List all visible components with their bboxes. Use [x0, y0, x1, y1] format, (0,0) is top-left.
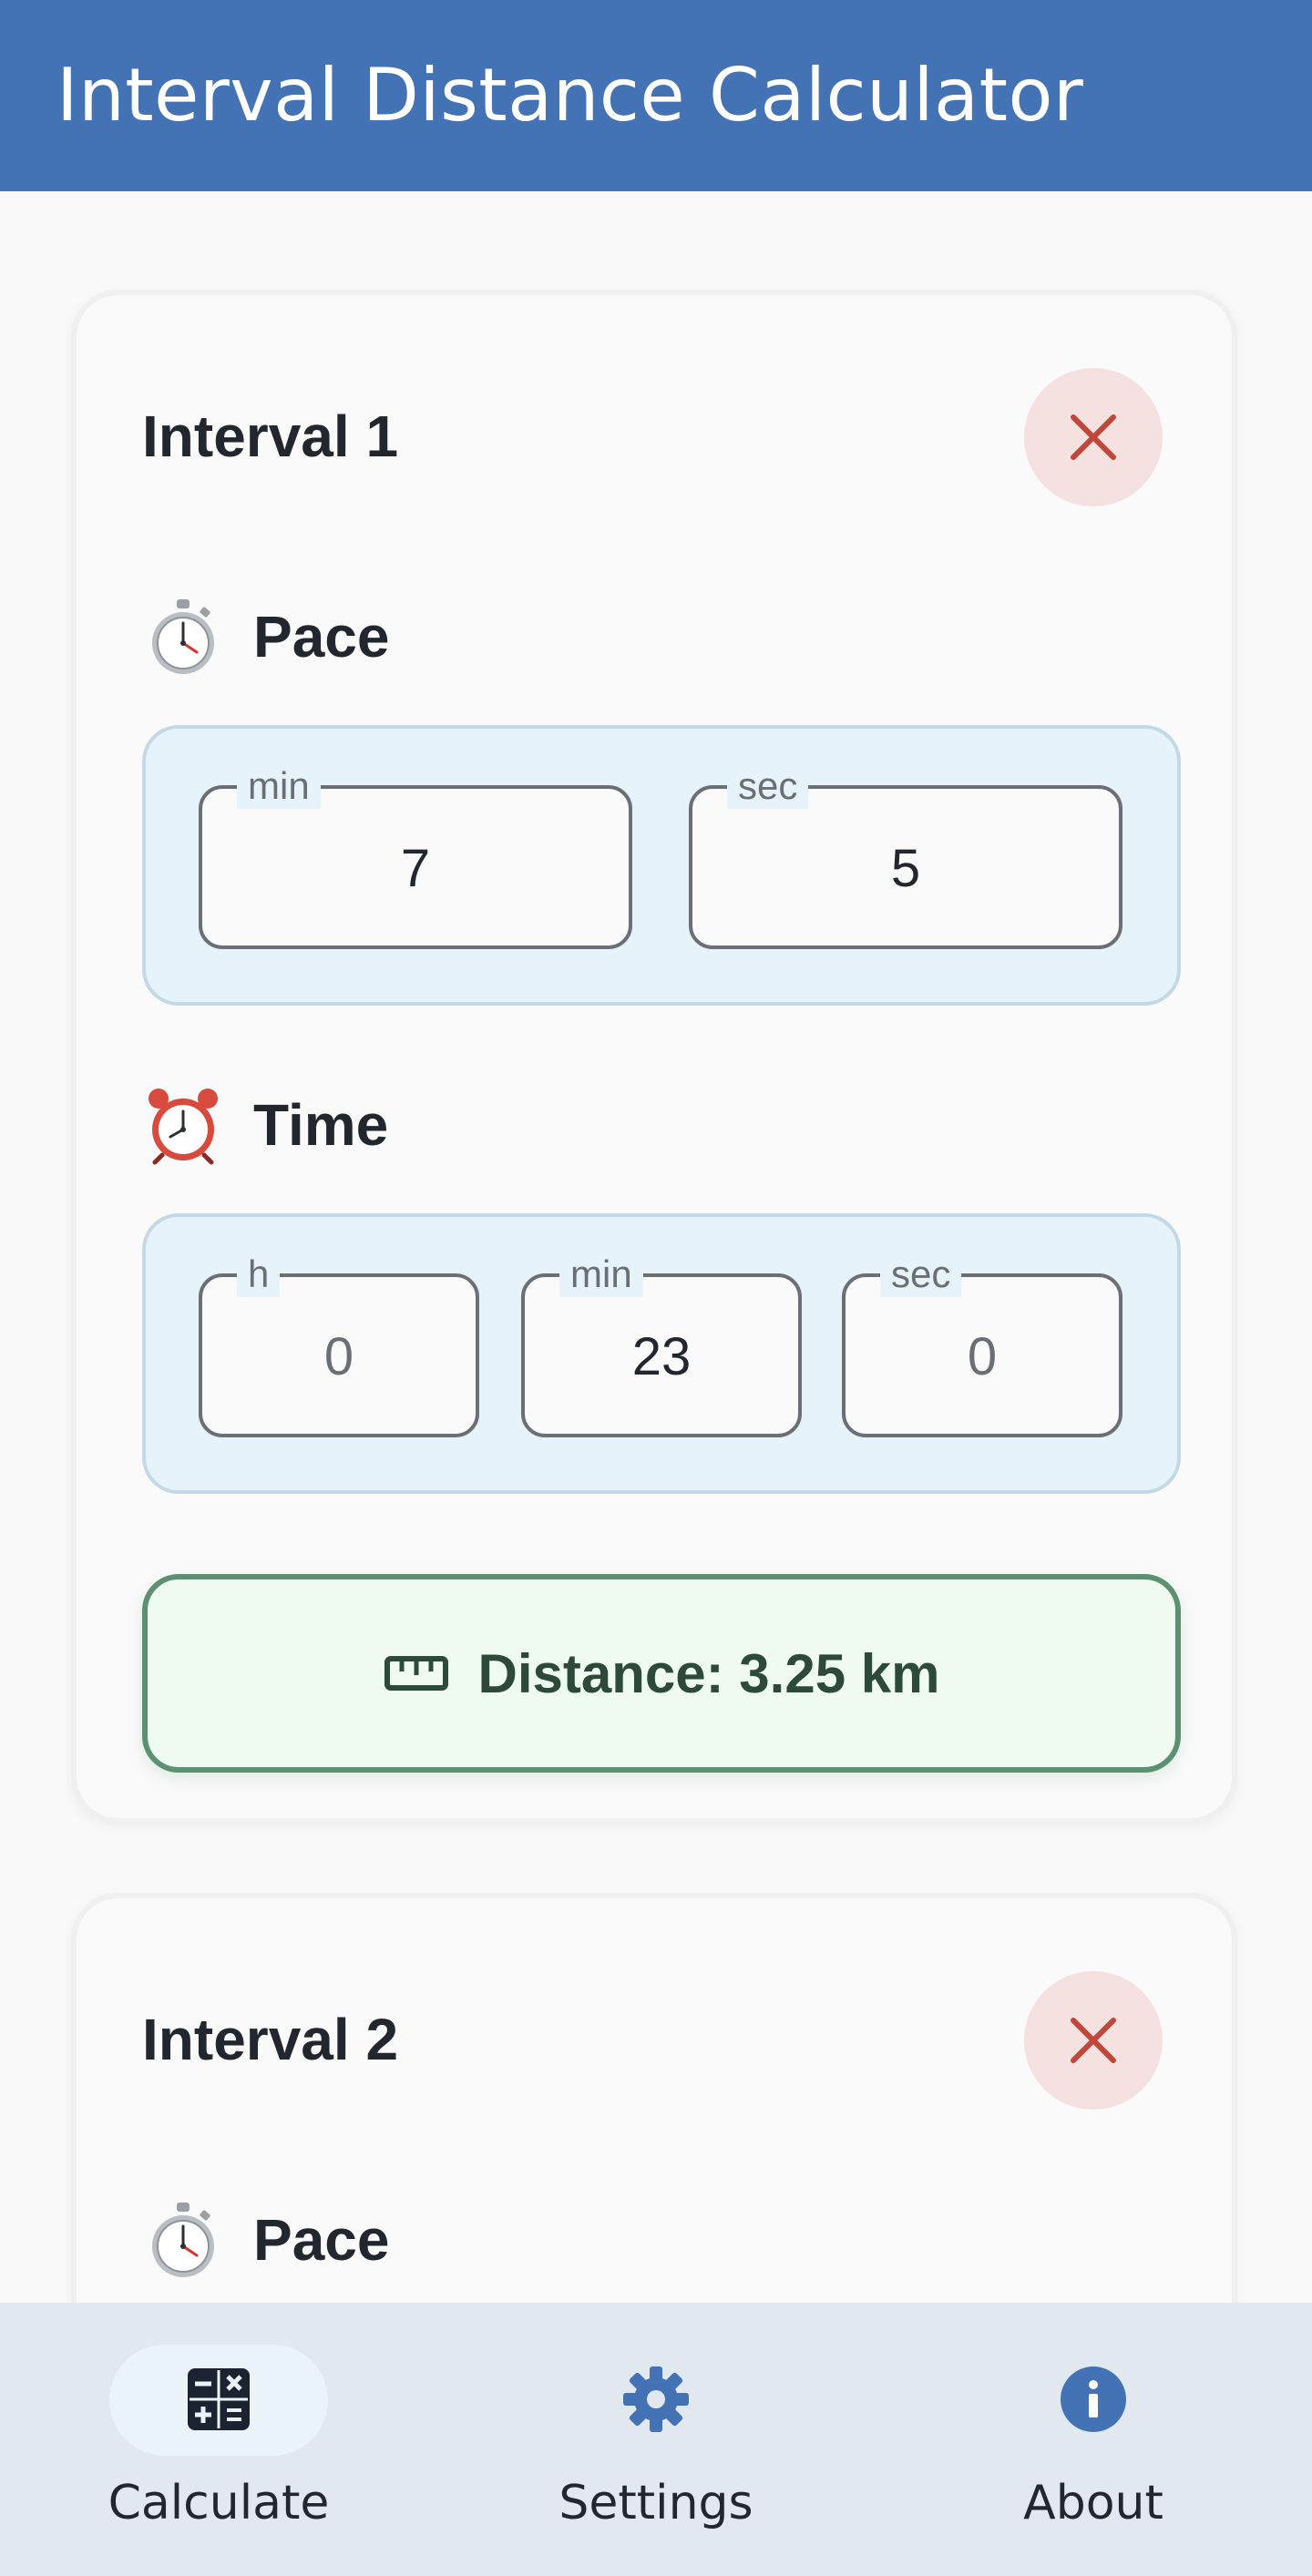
- interval-card-2: Interval 2 Pace: [71, 1893, 1237, 2303]
- pace-label: Pace: [253, 2207, 390, 2273]
- time-label: Time: [253, 1092, 389, 1158]
- field-label: sec: [727, 763, 809, 809]
- field-value: 7: [400, 839, 431, 898]
- app-title: Interval Distance Calculator: [56, 53, 1084, 138]
- calculator-icon: [188, 2368, 250, 2430]
- field-value: 0: [967, 1327, 998, 1386]
- interval-title: Interval 2: [142, 2007, 399, 2072]
- field-value: 5: [890, 839, 921, 898]
- app-bar: Interval Distance Calculator: [0, 0, 1312, 191]
- field-label: min: [559, 1252, 643, 1297]
- close-icon: [1071, 414, 1116, 460]
- alarm-clock-icon: [149, 1089, 218, 1165]
- field-value: 0: [323, 1327, 354, 1386]
- field-label: sec: [880, 1252, 962, 1297]
- distance-result: Distance: 3.25 km: [142, 1574, 1181, 1773]
- pace-section-header: Pace: [142, 596, 389, 678]
- time-fields: h 0 min 23 sec 0: [142, 1213, 1181, 1494]
- time-hours-field[interactable]: h 0: [199, 1252, 479, 1437]
- interval-title: Interval 1: [142, 404, 399, 469]
- remove-interval-button[interactable]: [1024, 368, 1163, 506]
- pace-sec-field[interactable]: sec 5: [689, 763, 1122, 949]
- nav-item-settings[interactable]: Settings: [437, 2303, 875, 2576]
- nav-item-calculate[interactable]: Calculate: [0, 2303, 437, 2576]
- pace-min-field[interactable]: min 7: [199, 763, 632, 949]
- distance-text: Distance: 3.25 km: [477, 1642, 940, 1704]
- nav-label: Calculate: [108, 2476, 330, 2530]
- ruler-icon: [384, 1656, 448, 1691]
- pace-label: Pace: [253, 604, 390, 670]
- field-label: min: [237, 763, 321, 809]
- nav-item-about[interactable]: About: [875, 2303, 1312, 2576]
- remove-interval-button[interactable]: [1024, 1971, 1163, 2110]
- pace-section-header: Pace: [142, 2199, 389, 2281]
- stopwatch-icon: [152, 599, 214, 674]
- intervals-list[interactable]: Interval 1 Pace min 7 sec 5 Time h 0 min…: [0, 191, 1312, 2303]
- nav-label: Settings: [559, 2476, 753, 2530]
- nav-label: About: [1023, 2476, 1163, 2530]
- pace-fields: min 7 sec 5: [142, 725, 1181, 1006]
- gear-icon: [623, 2366, 689, 2432]
- bottom-navigation: Calculate Settings About: [0, 2303, 1312, 2576]
- info-icon: [1061, 2366, 1126, 2432]
- field-value: 23: [631, 1327, 692, 1386]
- stopwatch-icon: [152, 2203, 214, 2277]
- interval-card-1: Interval 1 Pace min 7 sec 5 Time h 0 min…: [71, 290, 1237, 1824]
- close-icon: [1071, 2018, 1116, 2063]
- time-section-header: Time: [142, 1084, 388, 1166]
- time-min-field[interactable]: min 23: [521, 1252, 802, 1437]
- field-label: h: [237, 1252, 281, 1297]
- time-sec-field[interactable]: sec 0: [842, 1252, 1122, 1437]
